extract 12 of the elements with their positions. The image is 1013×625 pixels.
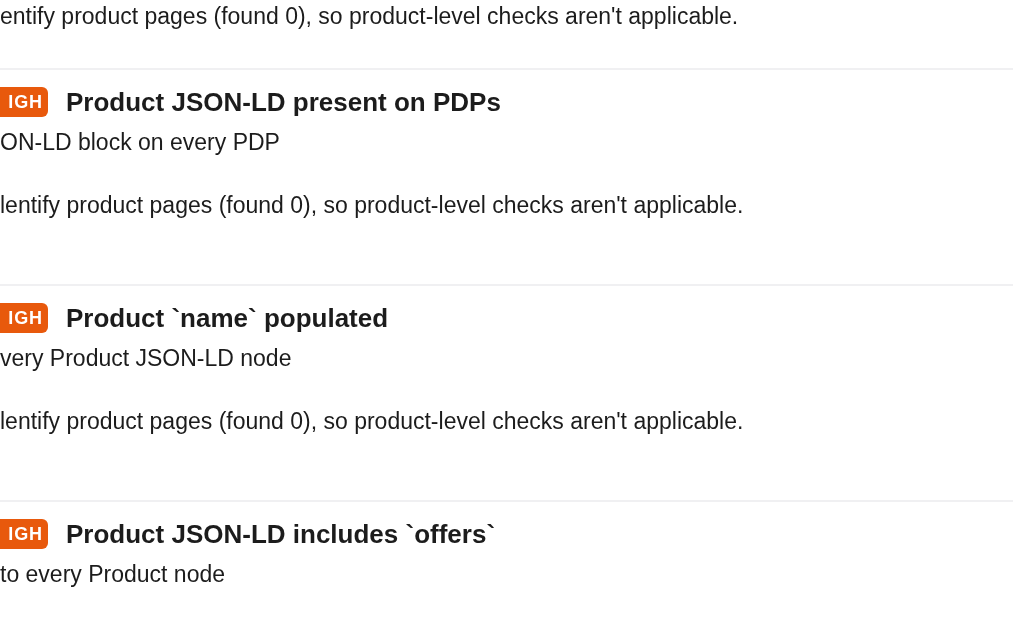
check-description: very Product JSON-LD node	[0, 344, 292, 373]
check-note: lentify product pages (found 0), so product-level checks aren't applicable.	[0, 191, 744, 220]
check-title: Product `name` populated	[66, 302, 389, 334]
check-note: lentify product pages (found 0), so product-level checks aren't applicable.	[0, 407, 744, 436]
severity-badge: IGH	[0, 87, 48, 117]
severity-badge: IGH	[0, 303, 48, 333]
check-description: ON-LD block on every PDP	[0, 128, 280, 157]
check-description: to every Product node	[0, 560, 226, 589]
check-title: Product JSON-LD present on PDPs	[66, 86, 501, 118]
check-note: entify product pages (found 0), so product-level checks aren't applicable.	[0, 2, 739, 31]
check-title: Product JSON-LD includes `offers`	[66, 518, 496, 550]
severity-badge: IGH	[0, 519, 48, 549]
